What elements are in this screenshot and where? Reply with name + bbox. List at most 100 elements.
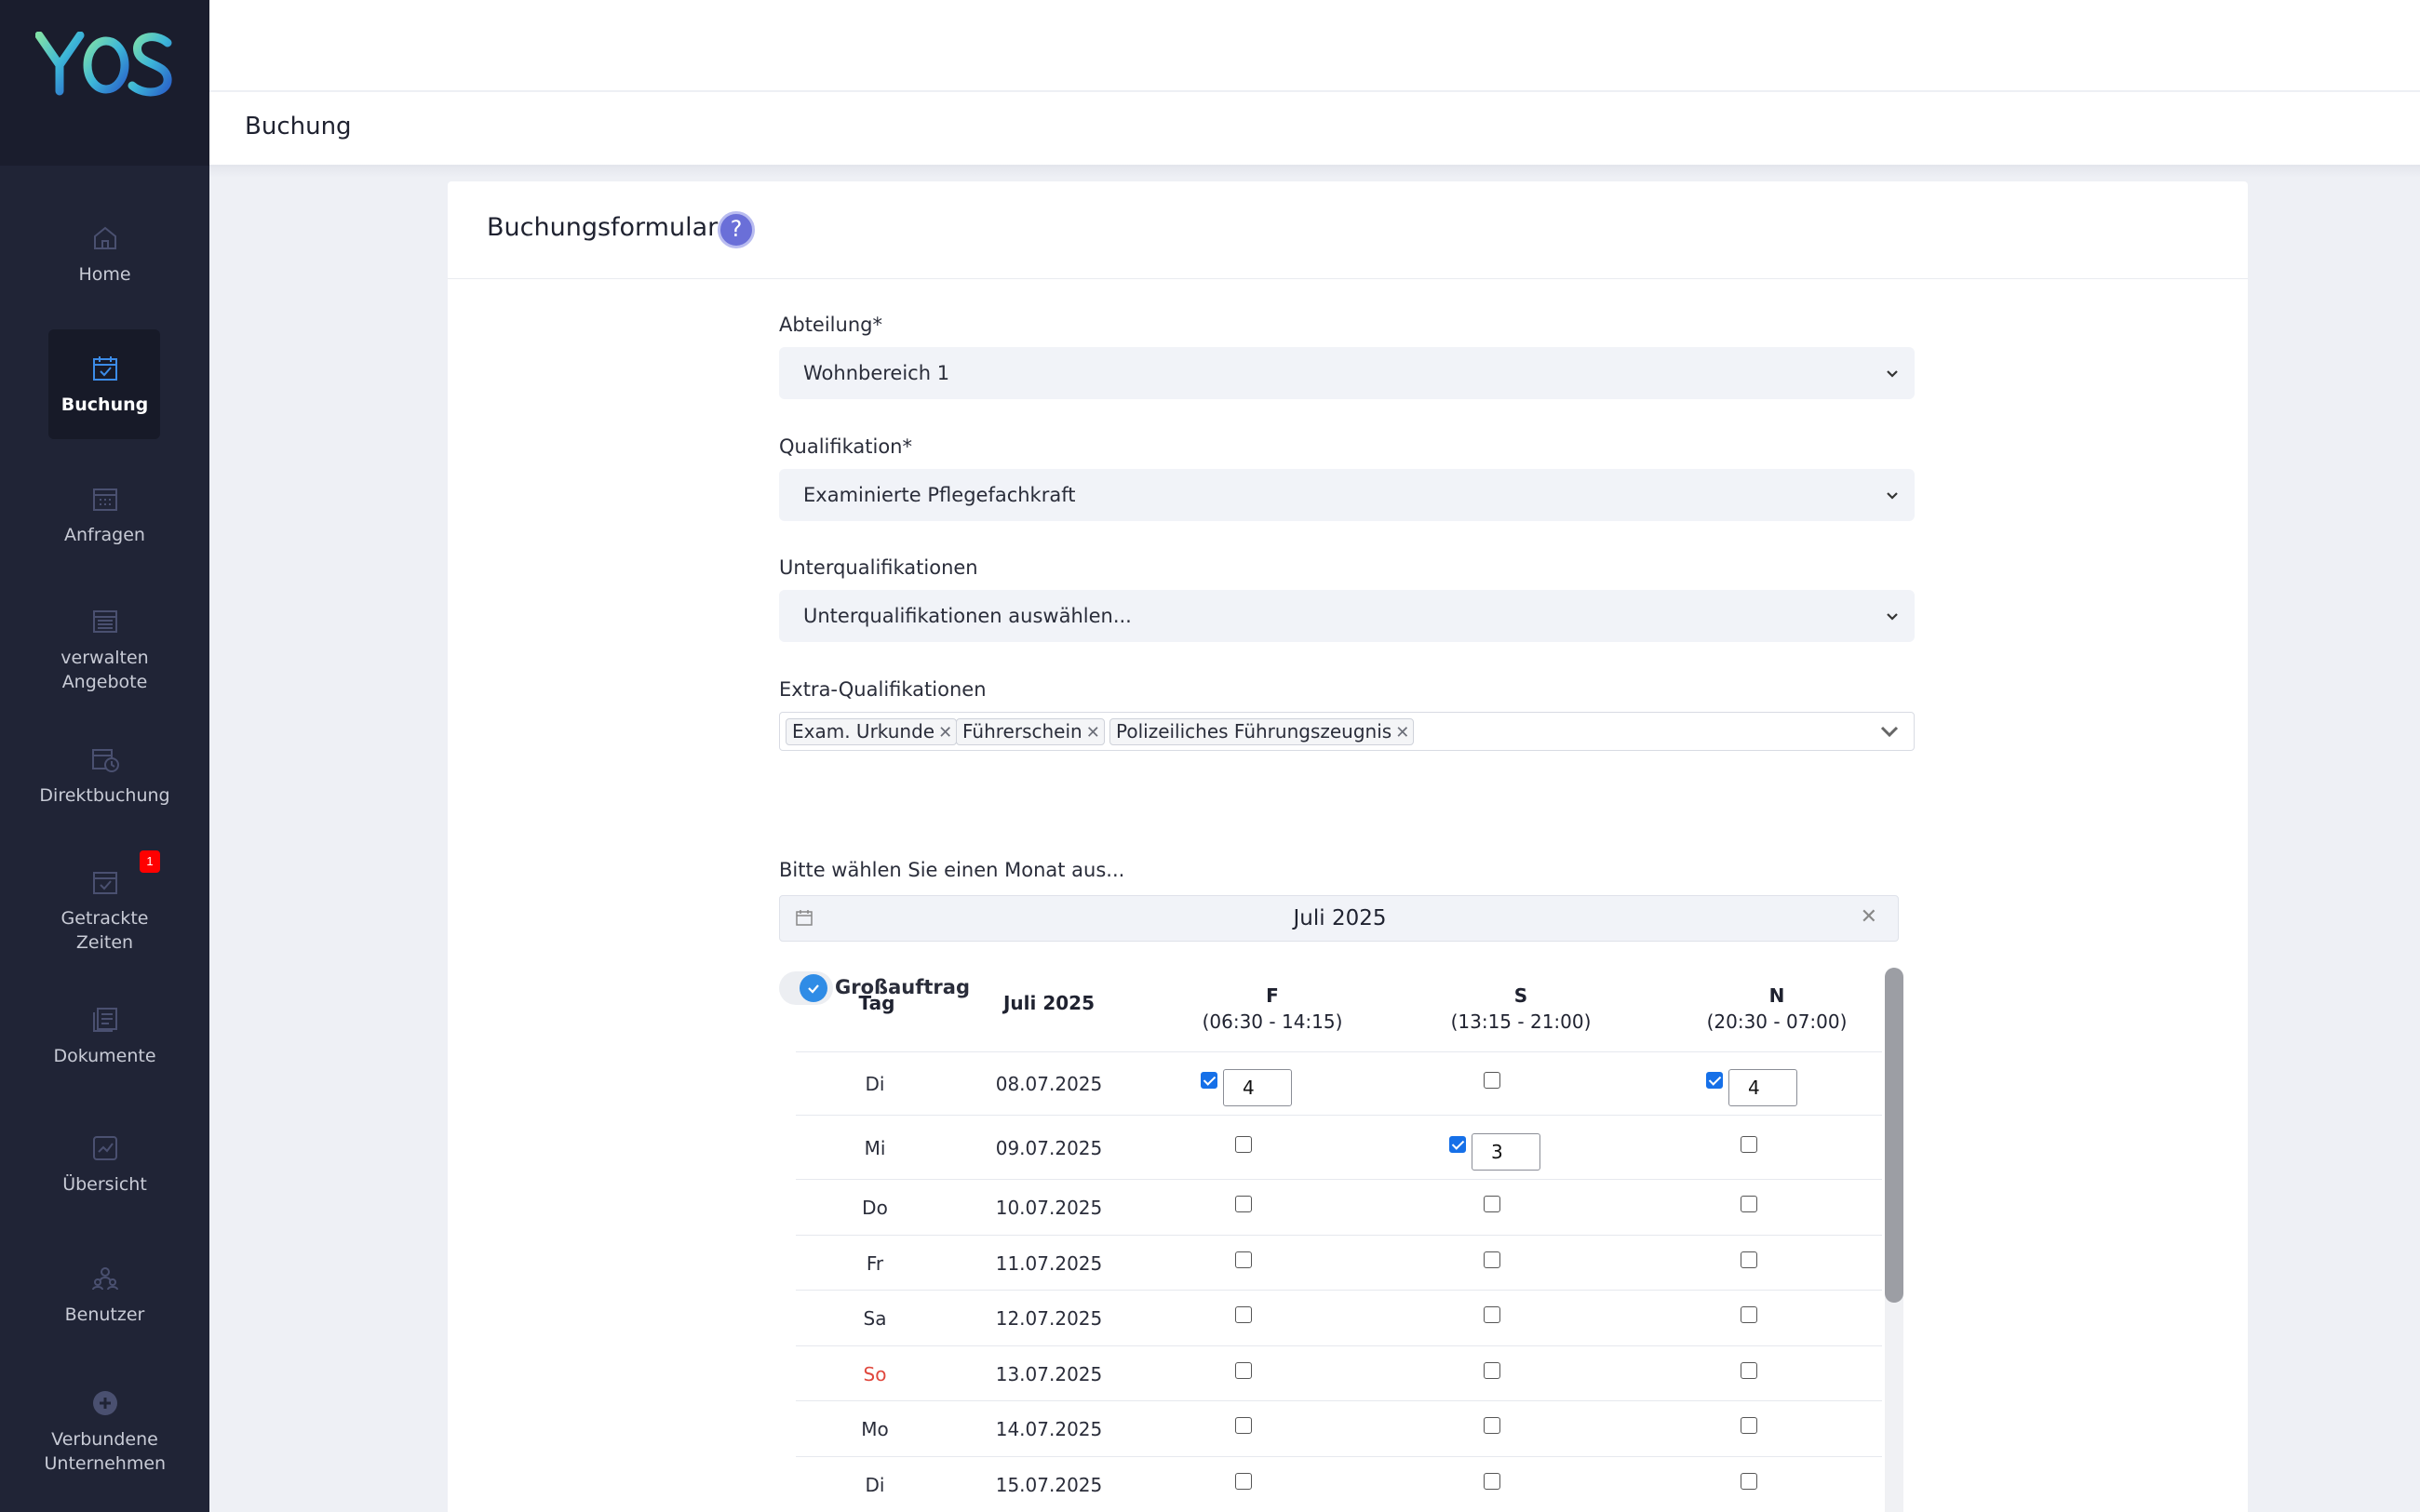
sidebar-item-label: Direktbuchung xyxy=(39,785,170,806)
date-cell: 14.07.2025 xyxy=(995,1418,1103,1440)
day-cell: Fr xyxy=(866,1252,884,1275)
logo-area xyxy=(0,0,209,166)
sidebar-item-home[interactable]: Home xyxy=(0,223,209,287)
extra-qualifikationen-multiselect[interactable]: Exam. Urkunde ✕ Führerschein ✕ Polizeilich… xyxy=(779,712,1915,751)
shift-s-checkbox[interactable] xyxy=(1484,1072,1500,1089)
calendar-clock-icon xyxy=(91,749,119,772)
chip-label: Polizeiliches Führungszeugnis xyxy=(1116,720,1392,743)
qualifikation-label: Qualifikation* xyxy=(779,435,912,458)
header-shadow xyxy=(209,165,2420,178)
remove-chip-icon[interactable]: ✕ xyxy=(1086,720,1100,745)
plus-circle-icon xyxy=(92,1391,117,1415)
card-title: Buchungsformular xyxy=(487,213,719,242)
table-row: Mo 14.07.2025 xyxy=(796,1400,1882,1456)
sidebar-item-uebersicht[interactable]: Übersicht xyxy=(0,1133,209,1197)
date-cell: 15.07.2025 xyxy=(995,1474,1103,1496)
shift-s-checkbox[interactable] xyxy=(1449,1136,1466,1153)
manage-offers-icon xyxy=(92,610,117,633)
shift-n-checkbox[interactable] xyxy=(1741,1417,1757,1434)
unterqualifikationen-placeholder: Unterqualifikationen auswählen... xyxy=(803,605,1132,627)
sidebar: Home Buchung Anfragen verwalten Angebote… xyxy=(0,0,209,1512)
abteilung-label: Abteilung* xyxy=(779,314,882,336)
abteilung-value: Wohnbereich 1 xyxy=(803,362,950,384)
page-title: Buchung xyxy=(245,113,352,140)
shift-n-checkbox[interactable] xyxy=(1741,1196,1757,1212)
table-row: Mi 09.07.2025 3 xyxy=(796,1115,1882,1179)
qualifikation-select[interactable]: Examinierte Pflegefachkraft xyxy=(779,469,1915,521)
shift-s-checkbox[interactable] xyxy=(1484,1196,1500,1212)
remove-chip-icon[interactable]: ✕ xyxy=(1395,720,1409,745)
date-cell: 11.07.2025 xyxy=(995,1252,1103,1275)
shift-f-checkbox[interactable] xyxy=(1235,1251,1252,1268)
day-cell: Do xyxy=(862,1197,888,1219)
col-header-tag: Tag xyxy=(858,992,895,1014)
chip-fuehrerschein: Führerschein ✕ xyxy=(956,718,1105,745)
sidebar-item-label: Benutzer xyxy=(64,1305,145,1325)
day-cell: Mi xyxy=(864,1137,886,1159)
scrollbar-thumb[interactable] xyxy=(1885,968,1903,1303)
sidebar-item-label: Buchung xyxy=(60,395,149,415)
shift-s-checkbox[interactable] xyxy=(1484,1362,1500,1379)
shift-s-checkbox[interactable] xyxy=(1484,1306,1500,1323)
col-header-n: N (20:30 - 07:00) xyxy=(1706,984,1848,1033)
calendar-grid-icon xyxy=(92,488,117,511)
shift-f-checkbox[interactable] xyxy=(1235,1196,1252,1212)
shift-n-checkbox[interactable] xyxy=(1741,1362,1757,1379)
shift-f-checkbox[interactable] xyxy=(1235,1306,1252,1323)
table-scrollbar[interactable] xyxy=(1885,968,1903,1512)
chevron-down-icon xyxy=(1887,492,1898,500)
yos-logo[interactable] xyxy=(35,32,175,97)
shift-n-checkbox[interactable] xyxy=(1706,1072,1723,1089)
sidebar-item-anfragen[interactable]: Anfragen xyxy=(0,484,209,547)
date-cell: 13.07.2025 xyxy=(995,1363,1103,1385)
shift-n-checkbox[interactable] xyxy=(1741,1136,1757,1153)
shift-f-checkbox[interactable] xyxy=(1235,1417,1252,1434)
sidebar-item-verbundene-unternehmen[interactable]: Verbundene Unternehmen xyxy=(0,1388,209,1476)
day-cell: Di xyxy=(865,1073,885,1095)
col-header-date: Juli 2025 xyxy=(1002,992,1096,1014)
shift-s-checkbox[interactable] xyxy=(1484,1473,1500,1490)
shift-f-checkbox[interactable] xyxy=(1201,1072,1217,1089)
shift-f-checkbox[interactable] xyxy=(1235,1136,1252,1153)
documents-icon xyxy=(92,1008,117,1032)
shift-f-quantity-input[interactable]: 4 xyxy=(1223,1069,1292,1106)
shift-n-checkbox[interactable] xyxy=(1741,1251,1757,1268)
shift-s-checkbox[interactable] xyxy=(1484,1251,1500,1268)
remove-chip-icon[interactable]: ✕ xyxy=(938,720,952,745)
month-picker[interactable]: Juli 2025 ✕ xyxy=(779,895,1899,942)
table-row: So 13.07.2025 xyxy=(796,1345,1882,1400)
chevron-down-icon xyxy=(1887,370,1898,378)
sidebar-item-buchung[interactable]: Buchung xyxy=(0,329,209,439)
sidebar-item-getrackte-zeiten[interactable]: 1 Getrackte Zeiten xyxy=(0,850,209,955)
chevron-down-icon[interactable] xyxy=(1878,720,1901,743)
unterqualifikationen-select[interactable]: Unterqualifikationen auswählen... xyxy=(779,590,1915,642)
sidebar-item-dokumente[interactable]: Dokumente xyxy=(0,1005,209,1068)
shift-n-checkbox[interactable] xyxy=(1741,1473,1757,1490)
sidebar-item-direktbuchung[interactable]: Direktbuchung xyxy=(0,744,209,808)
sidebar-item-benutzer[interactable]: Benutzer xyxy=(0,1264,209,1327)
sidebar-item-label: verwalten Angebote xyxy=(60,648,149,692)
clear-icon[interactable]: ✕ xyxy=(1861,905,1877,929)
month-label: Bitte wählen Sie einen Monat aus... xyxy=(779,859,1125,881)
chip-exam-urkunde: Exam. Urkunde ✕ xyxy=(786,718,958,745)
home-icon xyxy=(93,226,116,249)
sidebar-item-verwalten-angebote[interactable]: verwalten Angebote xyxy=(0,607,209,694)
tracked-times-icon xyxy=(92,872,117,894)
sidebar-item-label: Dokumente xyxy=(53,1046,156,1066)
card-header: Buchungsformular ? xyxy=(448,181,2248,279)
chip-label: Exam. Urkunde xyxy=(792,720,935,743)
abteilung-select[interactable]: Wohnbereich 1 xyxy=(779,347,1915,399)
table-row: Do 10.07.2025 xyxy=(796,1179,1882,1235)
help-icon[interactable]: ? xyxy=(718,211,755,248)
day-cell: So xyxy=(863,1363,887,1385)
page-header: Buchung xyxy=(209,92,2420,165)
shift-n-checkbox[interactable] xyxy=(1741,1306,1757,1323)
shift-n-quantity-input[interactable]: 4 xyxy=(1728,1069,1797,1106)
date-cell: 12.07.2025 xyxy=(995,1307,1103,1330)
shift-s-checkbox[interactable] xyxy=(1484,1417,1500,1434)
shift-s-quantity-input[interactable]: 3 xyxy=(1472,1133,1540,1171)
table-row: Sa 12.07.2025 xyxy=(796,1290,1882,1345)
shift-f-checkbox[interactable] xyxy=(1235,1362,1252,1379)
chevron-down-icon xyxy=(1887,613,1898,621)
shift-f-checkbox[interactable] xyxy=(1235,1473,1252,1490)
